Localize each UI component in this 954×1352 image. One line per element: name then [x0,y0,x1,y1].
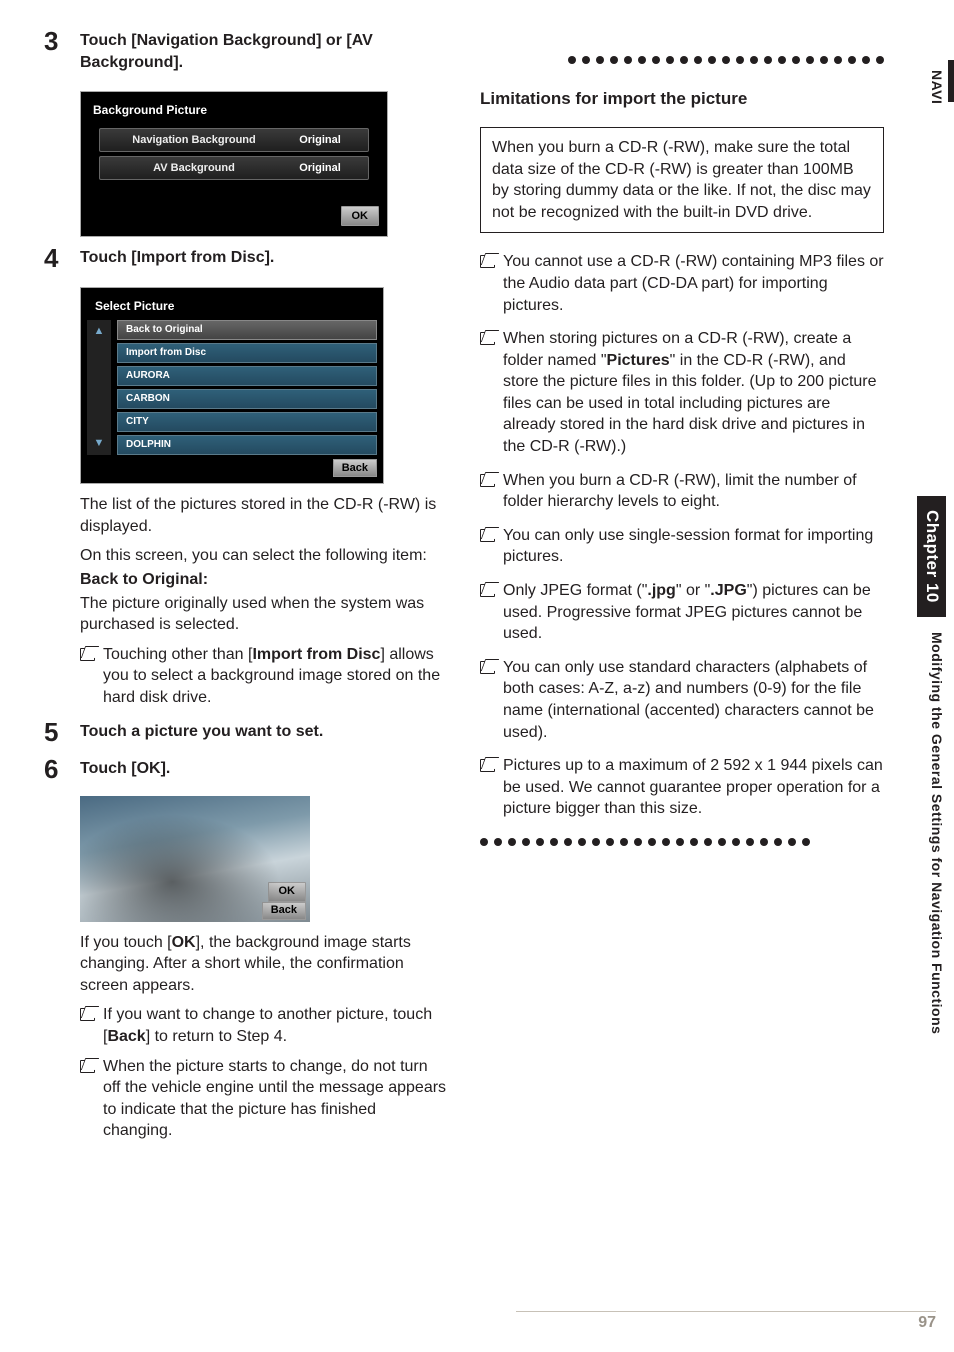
step-6: 6 Touch [OK]. [44,758,448,780]
tab-section-title: Modifying the General Settings for Navig… [927,632,946,1034]
ss2-item-import-from-disc[interactable]: Import from Disc [117,343,377,363]
step-3: 3 Touch [Navigation Background] or [AV B… [44,30,448,73]
screenshot-select-picture: Select Picture ▲ ▼ Back to Original Impo… [80,287,384,484]
step-4-number: 4 [44,241,58,276]
ss3-back-button[interactable]: Back [262,902,306,920]
step-4-heading: Touch [Import from Disc]. [80,247,448,269]
step-6-body: If you touch [OK], the background image … [44,932,448,1150]
p-original-picture: The picture originally used when the sys… [80,593,448,636]
step-3-number: 3 [44,24,58,59]
scroll-down-icon[interactable]: ▼ [94,436,105,451]
page-number: 97 [918,1312,936,1334]
ss1-ok-button[interactable]: OK [341,206,380,226]
dot-separator-bottom [480,838,884,846]
left-column: 3 Touch [Navigation Background] or [AV B… [44,30,448,1334]
ss2-item-aurora[interactable]: AURORA [117,366,377,386]
ss1-row1-label: Navigation Background [108,133,280,148]
bullet-single-session: You can only use single-session format f… [480,525,884,568]
bullet-pictures-folder: When storing pictures on a CD-R (-RW), c… [480,328,884,458]
p-select-following: On this screen, you can select the follo… [80,545,448,567]
step-4-body: The list of the pictures stored in the C… [44,494,448,716]
screenshot-preview: OK Back [80,796,310,922]
footer-rule [516,1311,936,1312]
bullet-standard-chars: You can only use standard characters (al… [480,657,884,743]
ss1-row-av-bg[interactable]: AV Background Original [99,156,369,180]
p-touch-ok: If you touch [OK], the background image … [80,932,448,997]
ss1-row-nav-bg[interactable]: Navigation Background Original [99,128,369,152]
tab-navi: NAVI [927,70,946,104]
p-list-displayed: The list of the pictures stored in the C… [80,494,448,537]
ss2-item-city[interactable]: CITY [117,412,377,432]
step-5-heading: Touch a picture you want to set. [80,721,448,743]
sidebar: NAVI Chapter 10 Modifying the General Se… [920,0,954,1352]
bullet-hierarchy-eight: When you burn a CD-R (-RW), limit the nu… [480,470,884,513]
note-text: When you burn a CD-R (-RW), make sure th… [492,139,871,221]
ss1-title: Background Picture [89,102,379,124]
ss2-scrollbar[interactable]: ▲ ▼ [87,320,111,455]
screenshot-background-picture: Background Picture Navigation Background… [80,91,388,237]
ss1-row2-label: AV Background [108,161,280,176]
scroll-up-icon[interactable]: ▲ [94,324,105,339]
ss1-row2-value: Original [280,161,360,176]
right-column: Limitations for import the picture When … [480,30,884,1334]
bullet-no-mp3: You cannot use a CD-R (-RW) containing M… [480,251,884,316]
step-6-heading: Touch [OK]. [80,758,448,780]
tab-chapter: Chapter 10 [917,496,946,617]
step-5: 5 Touch a picture you want to set. [44,721,448,743]
ss1-row1-value: Original [280,133,360,148]
ss2-item-carbon[interactable]: CARBON [117,389,377,409]
bullet-max-resolution: Pictures up to a maximum of 2 592 x 1 94… [480,755,884,820]
ss2-item-back-to-original[interactable]: Back to Original [117,320,377,340]
ss2-title: Select Picture [87,298,377,320]
label-back-to-original: Back to Original: [80,569,448,591]
step-5-number: 5 [44,715,58,750]
step-4: 4 Touch [Import from Disc]. [44,247,448,269]
ss2-item-dolphin[interactable]: DOLPHIN [117,435,377,455]
step-6-number: 6 [44,752,58,787]
step-3-heading: Touch [Navigation Background] or [AV Bac… [80,30,448,73]
subheading-limitations: Limitations for import the picture [480,88,884,111]
bullet-touch-back: If you want to change to another picture… [80,1004,448,1047]
note-box-100mb: When you burn a CD-R (-RW), make sure th… [480,127,884,233]
dot-separator-top [480,56,884,64]
bullet-do-not-turn-off: When the picture starts to change, do no… [80,1056,448,1142]
ss2-list: Back to Original Import from Disc AURORA… [117,320,377,455]
ss3-ok-button[interactable]: OK [268,882,307,902]
bullet-jpeg-only: Only JPEG format (".jpg" or ".JPG") pict… [480,580,884,645]
bullet-import-from-disc-note: Touching other than [Import from Disc] a… [80,644,448,709]
ss2-back-button[interactable]: Back [333,459,377,477]
